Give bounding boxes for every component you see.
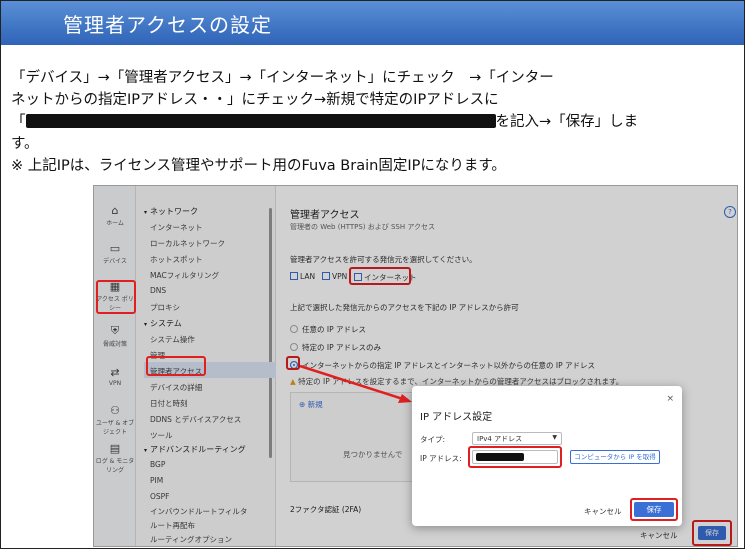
dialog-cancel-button[interactable]: キャンセル [584,506,622,517]
vpn-nav[interactable]: ⇄ VPN [94,366,136,387]
home-icon: ⌂ [111,204,119,217]
instruction-line-2: ネットからの指定IPアドレス・・」にチェック→新規で特定のIPアドレスに [11,92,499,108]
threat-label: 脅威対策 [102,341,127,348]
home-nav[interactable]: ⌂ ホーム [94,204,136,227]
checkbox-vpn[interactable]: VPN [322,272,347,281]
user-object-icon: ⚇ [110,404,120,417]
menu-section-routing[interactable]: ▾ アドバンスドルーティング [144,444,246,455]
menu-item-hotspot[interactable]: ホットスポット [150,254,203,265]
instruction-line-3: 「 を記入→「保存」しま [11,111,701,133]
menu-section-system[interactable]: ▾ システム [144,318,182,329]
radio-any-ip[interactable]: 任意の IP アドレス [290,324,366,335]
menu-item-mac-filter[interactable]: MACフィルタリング [150,270,219,281]
arrow-head [398,394,412,403]
vpn-label: VPN [108,380,122,387]
type-label: タイプ: [420,435,446,444]
instruction-note: ※ 上記IPは、ライセンス管理やサポート用のFuva Brain固定IPになりま… [11,158,506,174]
highlight-access-policy [96,280,136,314]
log-monitor-nav[interactable]: ▤ ログ & モニタリング [94,442,136,474]
highlight-admin-access [146,356,206,376]
line3-suffix: を記入→「保存」しま [495,114,639,130]
home-label: ホーム [106,220,124,227]
menu-item-local-network[interactable]: ローカルネットワーク [150,238,225,249]
device-nav[interactable]: ▭ デバイス [94,242,136,265]
icon-sidebar: ⌂ ホーム ▭ デバイス ▦ アクセス ポリシー ⛨ 脅威対策 ⇄ VPN ⚇ … [94,186,136,546]
page-title: 管理者アクセスの設定 [63,13,272,37]
check-icon [290,272,298,280]
check-icon [322,272,330,280]
menu-scrollbar[interactable] [269,208,272,458]
radio-icon [290,343,298,351]
menu-section-network[interactable]: ▾ ネットワーク [144,206,198,217]
redacted-ip [25,114,496,128]
log-monitor-icon: ▤ [109,442,121,455]
threat-icon: ⛨ [110,324,120,337]
close-icon[interactable]: × [666,394,674,404]
content-subtitle: 管理者の Web (HTTPS) および SSH アクセス [290,223,436,231]
dialog-title: IP アドレス設定 [420,412,493,423]
menu-item-device-details[interactable]: デバイスの詳細 [150,382,202,393]
chevron-down-icon: ▼ [552,434,557,441]
menu-item-routing-options[interactable]: ルーティングオプション [150,534,232,545]
help-icon[interactable]: ? [724,206,736,218]
title-bar: 管理者アクセスの設定 [1,1,744,45]
highlight-internet [349,267,411,285]
content-title: 管理者アクセス [290,210,360,221]
checkbox-lan[interactable]: LAN [290,272,315,281]
instructions: 「デバイス」→「管理者アクセス」→「インターネット」にチェック →「インター ネ… [11,67,701,177]
menu-item-tools[interactable]: ツール [150,430,173,441]
menu-item-dns[interactable]: DNS [150,286,166,295]
menu-item-route-redistribution[interactable]: ルート再配布 [150,520,195,531]
arrow-line [299,364,407,402]
instruction-line-1: 「デバイス」→「管理者アクセス」→「インターネット」にチェック →「インター [11,70,554,86]
menu-item-pim[interactable]: PIM [150,476,163,485]
slide: 管理者アクセスの設定 「デバイス」→「管理者アクセス」→「インターネット」にチェ… [0,0,745,549]
radio-icon [290,325,298,333]
device-label: デバイス [103,258,127,265]
threat-nav[interactable]: ⛨ 脅威対策 [94,324,136,348]
instruction-line-4: す。 [11,136,39,152]
menu-item-internet[interactable]: インターネット [150,222,203,233]
twofa-heading: 2ファクタ認証 (2FA) [290,505,362,514]
log-monitor-label: ログ & モニタリング [95,458,135,474]
get-ip-from-computer-button[interactable]: コンピュータから IP を取得 [570,450,660,464]
device-icon: ▭ [109,242,121,255]
radio-specific-ip[interactable]: 特定の IP アドレスのみ [290,342,381,353]
menu-item-ddns[interactable]: DDNS とデバイスアクセス [150,414,241,425]
empty-text: 見つかりませんで [343,450,403,459]
user-object-label: ユーザ & オブジェクト [95,420,135,436]
highlight-ip-input [468,446,562,468]
ip-address-dialog: × IP アドレス設定 タイプ: IPv4 アドレス ▼ IP アドレス: コン… [412,386,682,526]
line3-prefix: 「 [11,114,26,130]
menu-item-proxy[interactable]: プロキシ [150,302,180,313]
menu-item-date-time[interactable]: 日付と時刻 [150,398,188,409]
source-prompt: 管理者アクセスを許可する発信元を選択してください。 [290,255,477,264]
ui-screenshot: ⌂ ホーム ▭ デバイス ▦ アクセス ポリシー ⛨ 脅威対策 ⇄ VPN ⚇ … [93,185,738,547]
menu-item-system-ops[interactable]: システム操作 [150,334,195,345]
highlight-bg-save [692,520,732,546]
bg-cancel-button[interactable]: キャンセル [640,530,678,541]
vpn-icon: ⇄ [110,366,120,379]
user-object-nav[interactable]: ⚇ ユーザ & オブジェクト [94,404,136,436]
highlight-dialog-save [630,498,678,521]
ip-label: IP アドレス: [420,454,462,463]
type-select[interactable]: IPv4 アドレス ▼ [472,432,562,445]
menu-item-ospf[interactable]: OSPF [150,492,170,501]
menu-item-bgp[interactable]: BGP [150,460,165,469]
allow-prompt: 上記で選択した発信元からのアクセスを下記の IP アドレスから許可 [290,303,519,312]
menu-item-inbound-filter[interactable]: インバウンドルートフィルタ [150,506,247,517]
